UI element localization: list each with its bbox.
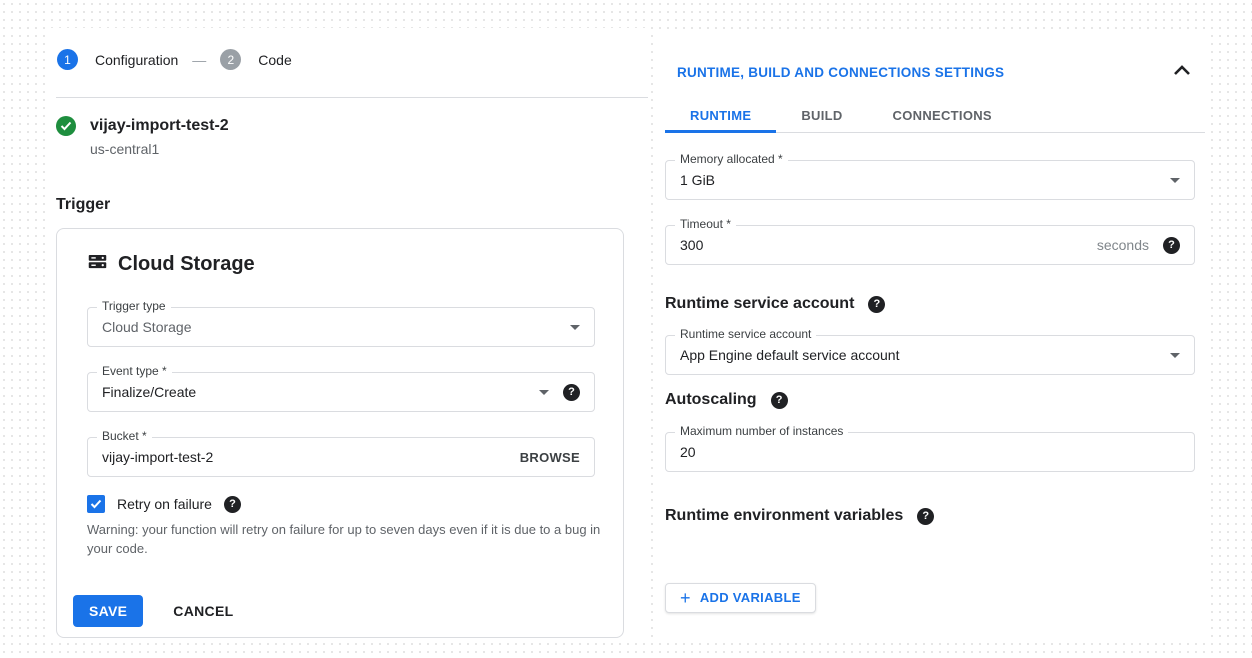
success-check-icon (56, 116, 76, 136)
bucket-input[interactable] (102, 449, 506, 465)
dropdown-arrow-icon[interactable] (570, 325, 580, 330)
trigger-card: Cloud Storage Trigger type Cloud Storage… (56, 228, 624, 638)
max-instances-field: Maximum number of instances (665, 432, 1195, 472)
max-instances-label: Maximum number of instances (675, 424, 848, 438)
bucket-label: Bucket * (97, 429, 152, 443)
trigger-type-select[interactable]: Trigger type Cloud Storage (87, 307, 595, 347)
event-type-value: Finalize/Create (102, 384, 525, 400)
env-vars-heading: Runtime environment variables (665, 507, 903, 525)
function-name-row: vijay-import-test-2 (56, 116, 229, 136)
wizard-stepper: 1 Configuration — 2 Code (57, 49, 292, 70)
retry-warning-text: Warning: your function will retry on fai… (87, 521, 601, 559)
settings-header[interactable]: RUNTIME, BUILD AND CONNECTIONS SETTINGS (677, 63, 1191, 81)
tab-runtime[interactable]: RUNTIME (665, 101, 776, 133)
browse-button[interactable]: BROWSE (520, 450, 580, 465)
cancel-button[interactable]: CANCEL (173, 603, 233, 619)
service-account-label: Runtime service account (675, 327, 816, 341)
memory-allocated-select[interactable]: Memory allocated * 1 GiB (665, 160, 1195, 200)
step-2-circle[interactable]: 2 (220, 49, 241, 70)
service-account-value: App Engine default service account (680, 347, 1156, 363)
add-variable-button[interactable]: + ADD VARIABLE (665, 583, 816, 613)
service-account-select[interactable]: Runtime service account App Engine defau… (665, 335, 1195, 375)
max-instances-input[interactable] (680, 444, 1180, 460)
step-1-circle[interactable]: 1 (57, 49, 78, 70)
bucket-field: Bucket * BROWSE (87, 437, 595, 477)
autoscaling-heading-row: Autoscaling ? (665, 391, 788, 409)
cloud-storage-icon (87, 251, 108, 278)
timeout-suffix: seconds (1097, 237, 1149, 253)
step-2-number: 2 (227, 53, 234, 67)
trigger-type-value: Cloud Storage (102, 319, 556, 335)
tab-build[interactable]: BUILD (776, 101, 867, 132)
timeout-help-icon[interactable]: ? (1163, 237, 1180, 254)
plus-icon: + (680, 591, 691, 605)
settings-tabs: RUNTIME BUILD CONNECTIONS (665, 101, 1205, 133)
event-type-help-icon[interactable]: ? (563, 384, 580, 401)
runtime-service-account-heading: Runtime service account (665, 295, 854, 313)
trigger-type-label: Trigger type (97, 299, 171, 313)
function-name: vijay-import-test-2 (90, 117, 229, 135)
autoscaling-help-icon[interactable]: ? (771, 392, 788, 409)
event-type-select[interactable]: Event type * Finalize/Create ? (87, 372, 595, 412)
function-region: us-central1 (90, 141, 159, 157)
dropdown-arrow-icon[interactable] (1170, 178, 1180, 183)
settings-header-title[interactable]: RUNTIME, BUILD AND CONNECTIONS SETTINGS (677, 65, 1004, 80)
timeout-label: Timeout * (675, 217, 736, 231)
trigger-card-title-row: Cloud Storage (87, 251, 255, 278)
chevron-up-icon[interactable] (1173, 63, 1191, 81)
env-vars-heading-row: Runtime environment variables ? (665, 507, 934, 525)
runtime-service-account-heading-row: Runtime service account ? (665, 295, 885, 313)
retry-label: Retry on failure (117, 496, 212, 512)
step-2-label[interactable]: Code (258, 52, 291, 68)
dropdown-arrow-icon[interactable] (539, 390, 549, 395)
dropdown-arrow-icon[interactable] (1170, 353, 1180, 358)
retry-help-icon[interactable]: ? (224, 496, 241, 513)
configuration-panel: 1 Configuration — 2 Code vijay-import-te… (47, 28, 648, 641)
step-1-number: 1 (64, 53, 71, 67)
save-button[interactable]: SAVE (73, 595, 143, 627)
timeout-field: Timeout * seconds ? (665, 225, 1195, 265)
event-type-label: Event type * (97, 364, 172, 378)
memory-allocated-value: 1 GiB (680, 172, 1156, 188)
retry-checkbox[interactable] (87, 495, 105, 513)
runtime-settings-panel: RUNTIME, BUILD AND CONNECTIONS SETTINGS … (655, 33, 1205, 639)
memory-allocated-label: Memory allocated * (675, 152, 788, 166)
service-account-help-icon[interactable]: ? (868, 296, 885, 313)
retry-row: Retry on failure ? (87, 495, 241, 513)
add-variable-label: ADD VARIABLE (700, 590, 801, 605)
step-1-label[interactable]: Configuration (95, 52, 178, 68)
trigger-card-title: Cloud Storage (118, 253, 255, 276)
trigger-actions: SAVE CANCEL (73, 595, 233, 627)
stepper-divider (56, 97, 648, 98)
tab-connections[interactable]: CONNECTIONS (868, 101, 1017, 132)
timeout-input[interactable] (680, 237, 1083, 253)
trigger-section-title: Trigger (56, 196, 110, 214)
step-separator: — (192, 52, 206, 68)
autoscaling-heading: Autoscaling (665, 391, 757, 409)
env-vars-help-icon[interactable]: ? (917, 508, 934, 525)
